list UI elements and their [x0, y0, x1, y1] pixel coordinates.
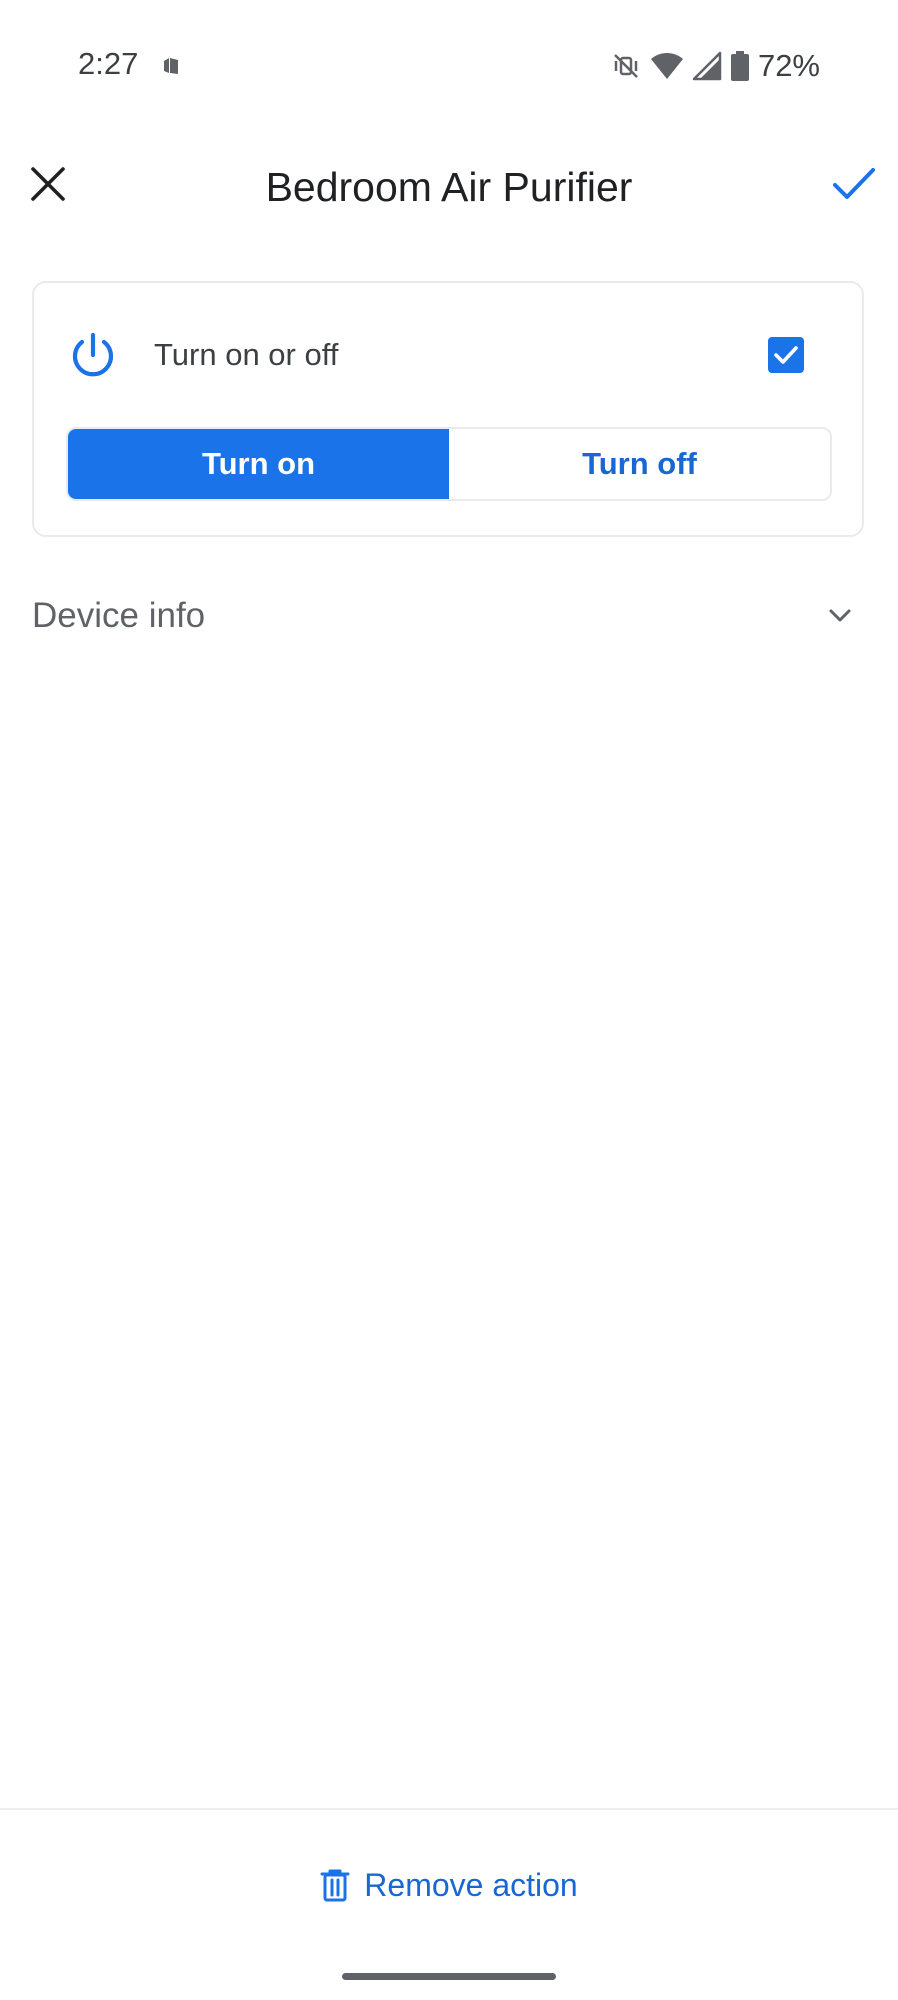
power-segmented-control: Turn on Turn off [66, 427, 832, 501]
remove-action-label: Remove action [364, 1866, 578, 1903]
action-card: Turn on or off Turn on Turn off [32, 281, 864, 537]
app-bar: Bedroom Air Purifier [0, 140, 898, 240]
wifi-icon [650, 53, 683, 79]
home-indicator[interactable] [342, 1973, 556, 1980]
status-time: 2:27 [78, 46, 139, 81]
screen: 2:27 72% Bedroom Air Purifier Turn on or… [0, 0, 898, 2000]
checkbox-check-icon [774, 346, 798, 364]
confirm-button[interactable] [824, 154, 884, 214]
chevron-down-icon [829, 609, 851, 622]
cell-signal-icon [692, 51, 722, 81]
turn-on-button[interactable]: Turn on [68, 429, 449, 499]
device-info-toggle[interactable]: Device info [32, 580, 866, 652]
trait-checkbox[interactable] [768, 337, 804, 373]
status-bar: 2:27 72% [0, 0, 898, 130]
page-title: Bedroom Air Purifier [265, 164, 633, 210]
power-icon [72, 332, 114, 377]
bottom-divider [0, 1808, 898, 1810]
app-notification-icon [164, 58, 178, 74]
status-icons: 72% [610, 46, 820, 86]
device-info-label: Device info [32, 596, 206, 635]
battery-percent: 72% [757, 48, 820, 83]
turn-off-button[interactable]: Turn off [449, 429, 830, 499]
battery-icon [730, 51, 749, 81]
trait-label: Turn on or off [154, 337, 339, 372]
remove-action-button[interactable]: Remove action [0, 1855, 898, 1915]
vibrate-off-icon [614, 54, 638, 78]
trash-icon [320, 1869, 350, 1902]
check-icon [833, 168, 875, 199]
